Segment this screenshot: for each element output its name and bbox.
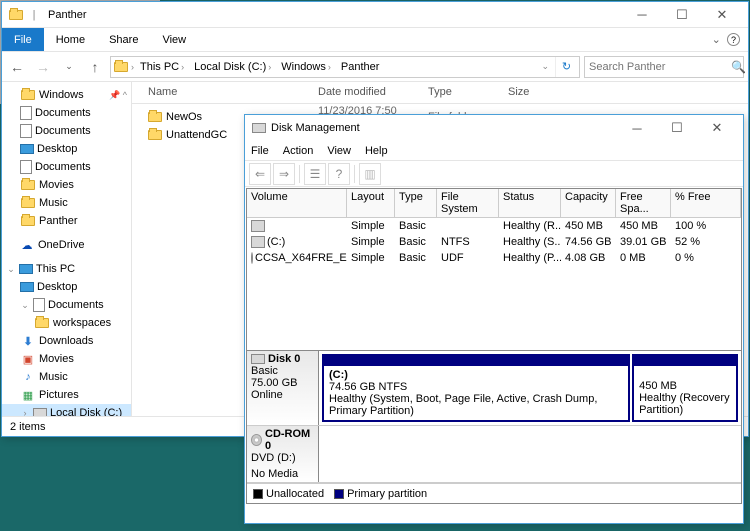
window-title: Panther: [48, 9, 622, 21]
tab-home[interactable]: Home: [44, 28, 97, 51]
up-button[interactable]: ↑: [84, 56, 106, 78]
tab-share[interactable]: Share: [97, 28, 150, 51]
tree-item[interactable]: Documents: [2, 122, 131, 140]
tree-item[interactable]: ⌄Documents: [2, 296, 131, 314]
disk-map: Disk 0 Basic 75.00 GB Online (C:) 74.56 …: [247, 350, 741, 483]
volume-headers[interactable]: Volume Layout Type File System Status Ca…: [247, 189, 741, 218]
tb-refresh-icon[interactable]: ☰: [304, 163, 326, 185]
maximize-button[interactable]: ☐: [662, 4, 702, 26]
tree-thispc[interactable]: ⌄This PC: [2, 260, 131, 278]
tree-item[interactable]: ⬇Downloads: [2, 332, 131, 350]
diskmgmt-toolbar: ⇐ ⇒ ☰ ? ▥: [245, 161, 743, 187]
tree-item[interactable]: Desktop: [2, 278, 131, 296]
partition-recovery[interactable]: 450 MB Healthy (Recovery Partition): [632, 354, 738, 422]
legend-primary-icon: [334, 489, 344, 499]
tree-item[interactable]: ▣Movies: [2, 350, 131, 368]
dm-maximize-button[interactable]: ☐: [657, 117, 697, 139]
volume-row[interactable]: (C:)SimpleBasicNTFSHealthy (S...74.56 GB…: [247, 234, 741, 250]
menu-action[interactable]: Action: [283, 145, 314, 157]
diskmgmt-window: Disk Management ─ ☐ ✕ File Action View H…: [244, 114, 744, 524]
search-input[interactable]: [589, 61, 731, 73]
tree-item[interactable]: Documents: [2, 158, 131, 176]
tree-item[interactable]: Documents: [2, 104, 131, 122]
navigation-tree[interactable]: Windows📌 ^ Documents Documents Desktop D…: [2, 82, 132, 416]
recent-dropdown[interactable]: ⌄: [58, 56, 80, 78]
column-headers[interactable]: Name Date modified Type Size: [132, 82, 748, 104]
menu-file[interactable]: File: [251, 145, 269, 157]
diskmgmt-icon: [251, 120, 267, 136]
tb-back-icon[interactable]: ⇐: [249, 163, 271, 185]
menu-view[interactable]: View: [327, 145, 351, 157]
qa-separator: |: [26, 7, 42, 23]
menu-help[interactable]: Help: [365, 145, 388, 157]
tb-fwd-icon[interactable]: ⇒: [273, 163, 295, 185]
tree-item[interactable]: ♪Music: [2, 368, 131, 386]
crumb-panther[interactable]: Panther: [337, 61, 384, 73]
close-button[interactable]: ✕: [702, 4, 742, 26]
tree-item[interactable]: Movies: [2, 176, 131, 194]
explorer-titlebar[interactable]: | Panther ─ ☐ ✕: [2, 2, 748, 28]
col-name[interactable]: Name: [140, 82, 310, 103]
tree-item[interactable]: ▦Pictures: [2, 386, 131, 404]
disk0-row[interactable]: Disk 0 Basic 75.00 GB Online (C:) 74.56 …: [247, 351, 741, 426]
crumb-thispc[interactable]: This PC›: [136, 61, 188, 73]
partition-c[interactable]: (C:) 74.56 GB NTFS Healthy (System, Boot…: [322, 354, 630, 422]
dm-close-button[interactable]: ✕: [697, 117, 737, 139]
volume-row[interactable]: SimpleBasicHealthy (R...450 MB450 MB100 …: [247, 218, 741, 234]
back-button[interactable]: ←: [6, 56, 28, 78]
tree-item[interactable]: workspaces: [2, 314, 131, 332]
dm-minimize-button[interactable]: ─: [617, 117, 657, 139]
diskmgmt-title: Disk Management: [271, 122, 360, 134]
forward-button[interactable]: →: [32, 56, 54, 78]
tree-onedrive[interactable]: ☁OneDrive: [2, 236, 131, 254]
crumb-c[interactable]: Local Disk (C:)›: [190, 61, 275, 73]
tb-help-icon[interactable]: ?: [328, 163, 350, 185]
col-size[interactable]: Size: [500, 82, 560, 103]
diskmgmt-menubar: File Action View Help: [245, 141, 743, 161]
tab-file[interactable]: File: [2, 28, 44, 51]
expand-ribbon-icon[interactable]: ⌄ ?: [704, 28, 748, 51]
search-icon: 🔍: [731, 60, 746, 74]
crumb-windows[interactable]: Windows›: [277, 61, 335, 73]
refresh-icon[interactable]: ↻: [555, 57, 577, 77]
folder-icon: [8, 7, 24, 23]
volume-list: Volume Layout Type File System Status Ca…: [246, 188, 742, 504]
tree-item[interactable]: Windows📌 ^: [2, 86, 131, 104]
cdrom-info: CD-ROM 0 DVD (D:) No Media: [247, 426, 319, 482]
cdrom-row[interactable]: CD-ROM 0 DVD (D:) No Media: [247, 426, 741, 483]
navigation-bar: ← → ⌄ ↑ › This PC› Local Disk (C:)› Wind…: [2, 52, 748, 82]
diskmgmt-titlebar[interactable]: Disk Management ─ ☐ ✕: [245, 115, 743, 141]
tb-settings-icon[interactable]: ▥: [359, 163, 381, 185]
minimize-button[interactable]: ─: [622, 4, 662, 26]
address-bar[interactable]: › This PC› Local Disk (C:)› Windows› Pan…: [110, 56, 580, 78]
search-box[interactable]: 🔍: [584, 56, 744, 78]
col-date[interactable]: Date modified: [310, 82, 420, 103]
col-type[interactable]: Type: [420, 82, 500, 103]
tree-item-selected[interactable]: ›Local Disk (C:): [2, 404, 131, 416]
legend-unallocated-icon: [253, 489, 263, 499]
tree-item[interactable]: Desktop: [2, 140, 131, 158]
tree-item[interactable]: Panther: [2, 212, 131, 230]
tree-item[interactable]: Music: [2, 194, 131, 212]
disk-legend: Unallocated Primary partition: [247, 483, 741, 503]
disk0-info: Disk 0 Basic 75.00 GB Online: [247, 351, 319, 425]
volume-row[interactable]: CCSA_X64FRE_EN-...SimpleBasicUDFHealthy …: [247, 250, 741, 266]
tab-view[interactable]: View: [150, 28, 198, 51]
ribbon-tabs: File Home Share View ⌄ ?: [2, 28, 748, 52]
